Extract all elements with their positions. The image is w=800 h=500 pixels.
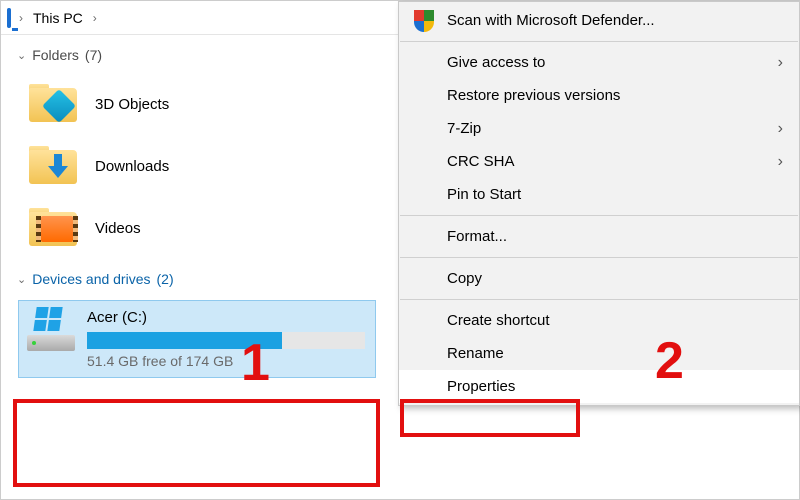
menu-rename[interactable]: Rename	[399, 337, 799, 370]
drive-icon	[27, 307, 75, 351]
menu-format[interactable]: Format...	[399, 220, 799, 253]
menu-label: Give access to	[447, 54, 766, 71]
drive-name: Acer (C:)	[87, 309, 365, 326]
menu-label: Format...	[447, 228, 783, 245]
chevron-right-icon: ›	[778, 120, 783, 138]
folder-label: Downloads	[95, 158, 169, 175]
menu-label: CRC SHA	[447, 153, 766, 170]
menu-crc-sha[interactable]: CRC SHA ›	[399, 145, 799, 178]
annotation-box-1	[13, 399, 380, 487]
menu-label: Create shortcut	[447, 312, 783, 329]
menu-restore-versions[interactable]: Restore previous versions	[399, 79, 799, 112]
menu-label: Properties	[447, 378, 783, 395]
section-count: (7)	[85, 47, 102, 63]
chevron-right-icon: ›	[778, 54, 783, 72]
shield-icon	[413, 10, 435, 32]
menu-scan-defender[interactable]: Scan with Microsoft Defender...	[399, 4, 799, 37]
folder-label: 3D Objects	[95, 96, 169, 113]
menu-properties[interactable]: Properties	[399, 370, 799, 403]
menu-separator	[400, 257, 798, 258]
chevron-right-icon[interactable]: ›	[17, 11, 25, 25]
menu-label: Restore previous versions	[447, 87, 783, 104]
folder-label: Videos	[95, 220, 141, 237]
menu-label: Rename	[447, 345, 783, 362]
section-title: Folders	[32, 47, 79, 63]
chevron-down-icon: ⌄	[17, 273, 26, 286]
section-title: Devices and drives	[32, 271, 150, 287]
drive-c[interactable]: Acer (C:) 51.4 GB free of 174 GB	[19, 301, 375, 377]
drive-free-text: 51.4 GB free of 174 GB	[87, 353, 365, 369]
folder-icon	[29, 146, 77, 186]
menu-label: Scan with Microsoft Defender...	[447, 12, 783, 29]
folder-icon	[29, 208, 77, 248]
context-menu: Scan with Microsoft Defender... Give acc…	[398, 1, 800, 406]
menu-copy[interactable]: Copy	[399, 262, 799, 295]
menu-give-access[interactable]: Give access to ›	[399, 46, 799, 79]
monitor-icon	[7, 10, 11, 26]
menu-label: Pin to Start	[447, 186, 783, 203]
chevron-down-icon: ⌄	[17, 49, 26, 62]
drive-usage-bar	[87, 332, 365, 349]
menu-separator	[400, 215, 798, 216]
menu-7zip[interactable]: 7-Zip ›	[399, 112, 799, 145]
chevron-right-icon[interactable]: ›	[91, 11, 99, 25]
menu-separator	[400, 299, 798, 300]
chevron-right-icon: ›	[778, 153, 783, 171]
menu-create-shortcut[interactable]: Create shortcut	[399, 304, 799, 337]
section-count: (2)	[157, 271, 174, 287]
menu-label: Copy	[447, 270, 783, 287]
menu-pin-to-start[interactable]: Pin to Start	[399, 178, 799, 211]
breadcrumb-location[interactable]: This PC	[31, 10, 85, 26]
menu-separator	[400, 41, 798, 42]
folder-icon	[29, 84, 77, 124]
menu-label: 7-Zip	[447, 120, 766, 137]
